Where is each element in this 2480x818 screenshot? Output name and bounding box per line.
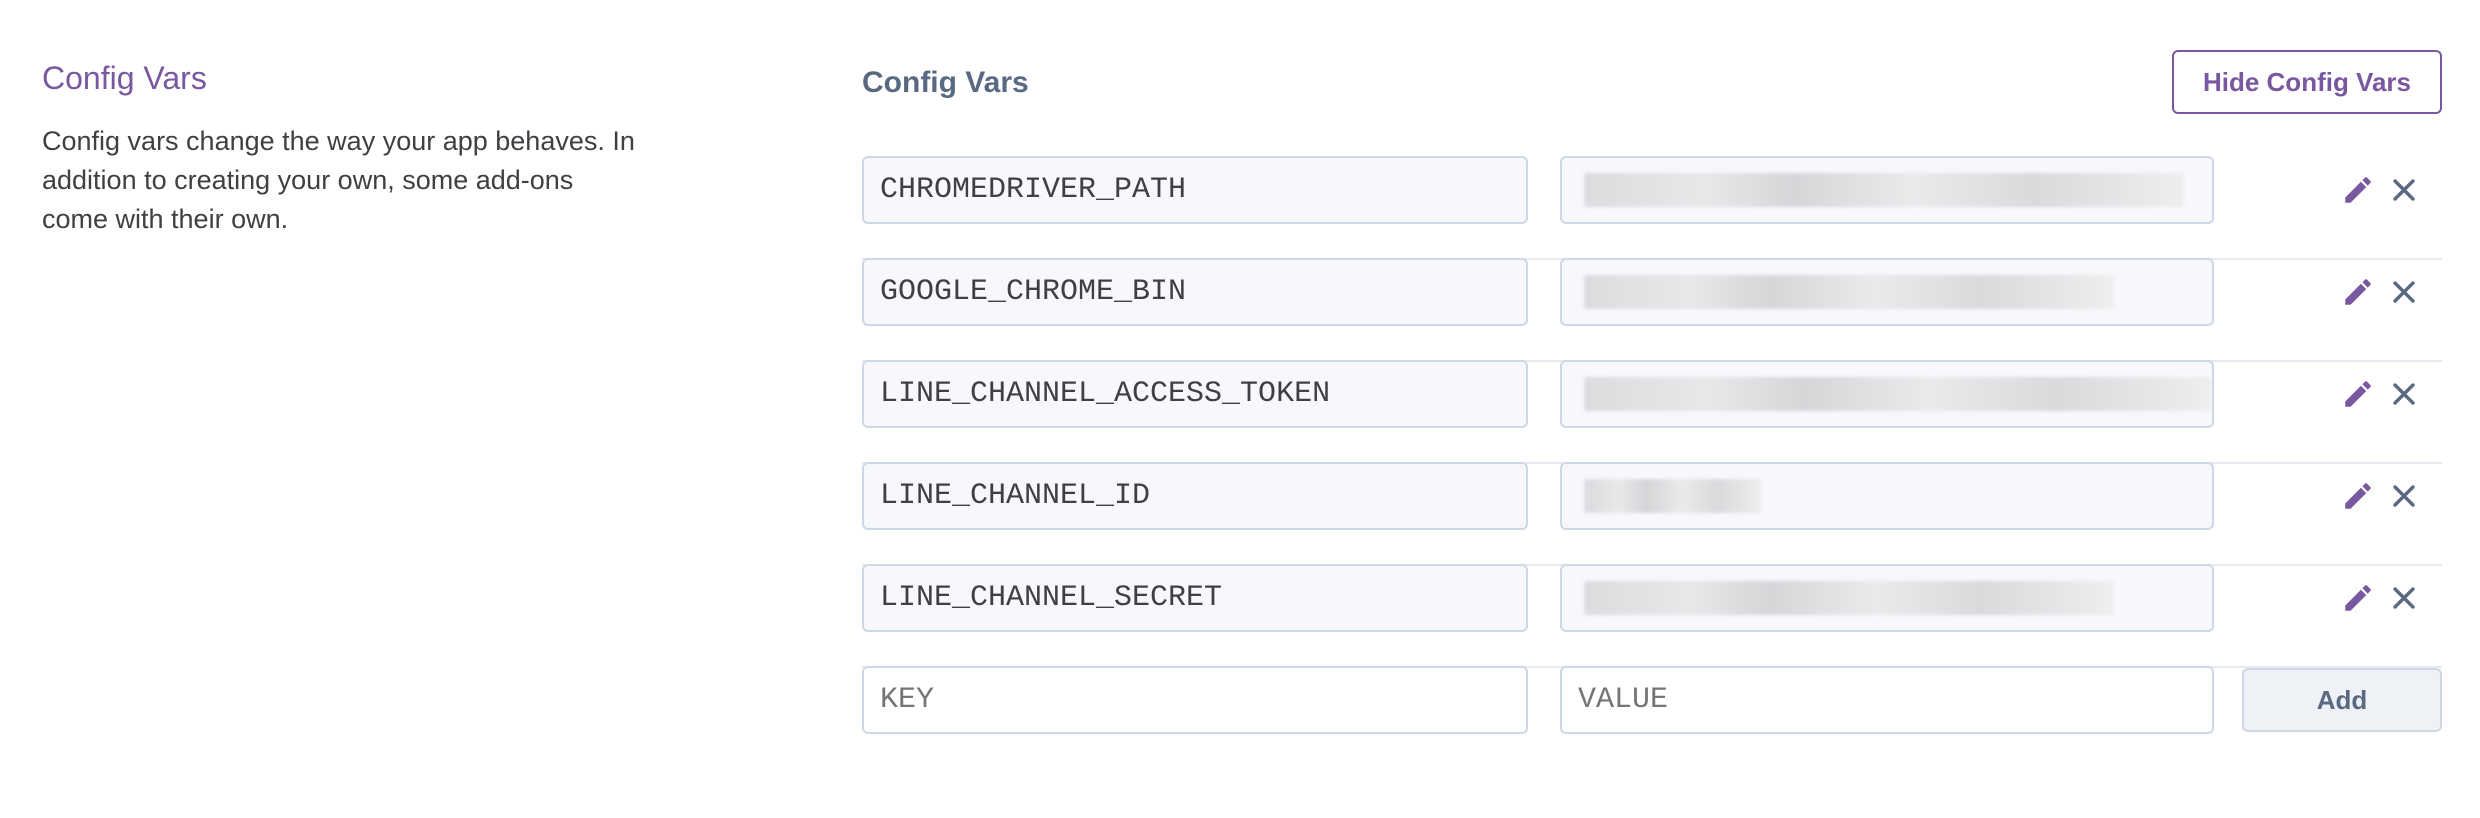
config-vars-title: Config Vars xyxy=(862,66,1029,99)
sidebar-title: Config Vars xyxy=(42,60,207,96)
config-var-row: LINE_CHANNEL_ACCESS_TOKEN xyxy=(862,360,2442,464)
sidebar-description: Config vars change the way your app beha… xyxy=(42,126,635,234)
pencil-icon[interactable] xyxy=(2338,476,2378,516)
masked-value xyxy=(1584,479,1762,513)
config-var-key[interactable]: LINE_CHANNEL_SECRET xyxy=(862,564,1528,632)
config-var-row: LINE_CHANNEL_ID xyxy=(862,462,2442,566)
pencil-icon[interactable] xyxy=(2338,578,2378,618)
new-key-input[interactable] xyxy=(862,666,1528,734)
masked-value xyxy=(1584,377,2212,411)
config-var-row: CHROMEDRIVER_PATH xyxy=(862,156,2442,260)
pencil-icon[interactable] xyxy=(2338,374,2378,414)
masked-value xyxy=(1584,581,2114,615)
add-button[interactable]: Add xyxy=(2242,668,2442,732)
close-icon[interactable] xyxy=(2384,170,2424,210)
config-var-value[interactable] xyxy=(1560,258,2214,326)
config-var-row: GOOGLE_CHROME_BIN xyxy=(862,258,2442,362)
config-var-key[interactable]: CHROMEDRIVER_PATH xyxy=(862,156,1528,224)
config-var-value[interactable] xyxy=(1560,360,2214,428)
config-var-key[interactable]: LINE_CHANNEL_ID xyxy=(862,462,1528,530)
config-var-value[interactable] xyxy=(1560,462,2214,530)
config-var-key[interactable]: GOOGLE_CHROME_BIN xyxy=(862,258,1528,326)
new-value-input[interactable] xyxy=(1560,666,2214,734)
config-var-key[interactable]: LINE_CHANNEL_ACCESS_TOKEN xyxy=(862,360,1528,428)
config-var-row: LINE_CHANNEL_SECRET xyxy=(862,564,2442,668)
close-icon[interactable] xyxy=(2384,374,2424,414)
config-var-value[interactable] xyxy=(1560,564,2214,632)
close-icon[interactable] xyxy=(2384,578,2424,618)
pencil-icon[interactable] xyxy=(2338,170,2378,210)
masked-value xyxy=(1584,275,2114,309)
masked-value xyxy=(1584,173,2184,207)
config-var-value[interactable] xyxy=(1560,156,2214,224)
close-icon[interactable] xyxy=(2384,476,2424,516)
pencil-icon[interactable] xyxy=(2338,272,2378,312)
hide-config-vars-button[interactable]: Hide Config Vars xyxy=(2172,50,2442,114)
close-icon[interactable] xyxy=(2384,272,2424,312)
new-config-var-row: Add xyxy=(862,666,2442,768)
